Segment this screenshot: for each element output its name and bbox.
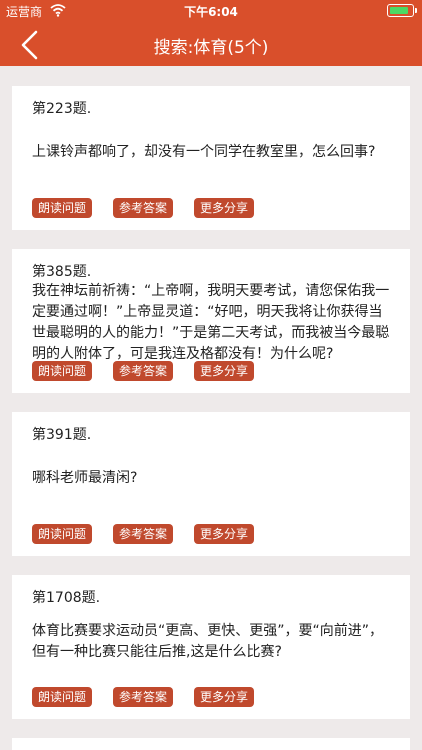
read-question-button[interactable]: 朗读问题 <box>32 198 92 218</box>
read-question-button[interactable]: 朗读问题 <box>32 361 92 381</box>
reference-answer-button[interactable]: 参考答案 <box>113 687 173 707</box>
question-card: 第385题. 我在神坛前祈祷：“上帝啊，我明天要考试，请您保佑我一定要通过啊！”… <box>12 249 410 393</box>
question-text: 我在神坛前祈祷：“上帝啊，我明天要考试，请您保佑我一定要通过啊！”上帝显灵道：“… <box>32 283 390 362</box>
more-share-button[interactable]: 更多分享 <box>194 524 254 544</box>
question-card: 第1708题. 体育比赛要求运动员“更高、更快、更强”，要“向前进”，但有一种比… <box>12 575 410 719</box>
question-card: 第391题. 哪科老师最清闲? 朗读问题 参考答案 更多分享 <box>12 412 410 556</box>
reference-answer-button[interactable]: 参考答案 <box>113 524 173 544</box>
question-number: 第223题. <box>32 101 92 117</box>
page-title: 搜索:体育(5个) <box>153 38 269 58</box>
more-share-button[interactable]: 更多分享 <box>194 361 254 381</box>
question-number: 第385题. <box>32 264 92 280</box>
status-bar: 运营商 下午6:04 <box>0 0 422 22</box>
reference-answer-button[interactable]: 参考答案 <box>113 198 173 218</box>
question-card <box>12 738 410 750</box>
reference-answer-button[interactable]: 参考答案 <box>113 361 173 381</box>
read-question-button[interactable]: 朗读问题 <box>32 687 92 707</box>
nav-bar: 搜索:体育(5个) <box>0 22 422 66</box>
read-question-button[interactable]: 朗读问题 <box>32 524 92 544</box>
top-bar: 运营商 下午6:04 搜索:体育(5个) <box>0 0 422 66</box>
question-text: 哪科老师最清闲? <box>32 470 138 486</box>
status-time: 下午6:04 <box>184 5 238 19</box>
question-card: 第223题. 上课铃声都响了，却没有一个同学在教室里，怎么回事? 朗读问题 参考… <box>12 86 410 230</box>
more-share-button[interactable]: 更多分享 <box>194 687 254 707</box>
question-number: 第1708题. <box>32 590 101 606</box>
question-text: 上课铃声都响了，却没有一个同学在教室里，怎么回事? <box>32 144 376 160</box>
battery-icon <box>387 4 417 17</box>
question-number: 第391题. <box>32 427 92 443</box>
more-share-button[interactable]: 更多分享 <box>194 198 254 218</box>
question-text: 体育比赛要求运动员“更高、更快、更强”，要“向前进”，但有一种比赛只能往后推,这… <box>32 623 384 660</box>
